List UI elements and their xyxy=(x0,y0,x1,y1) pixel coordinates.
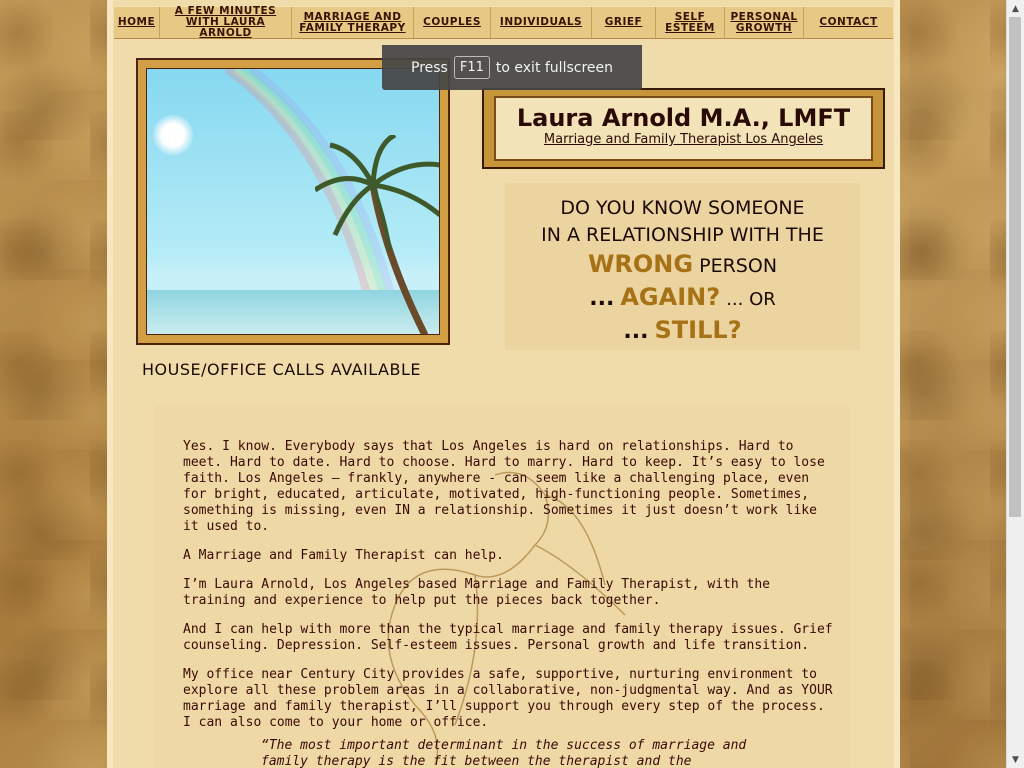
nav-self-esteem[interactable]: SELF ESTEEM xyxy=(656,7,725,38)
body-paragraph: A Marriage and Family Therapist can help… xyxy=(183,548,504,563)
nav-grief[interactable]: GRIEF xyxy=(592,7,656,38)
headline-dots-1: ... xyxy=(589,286,615,311)
headline-wrong: WRONG xyxy=(587,250,694,278)
therapist-name: Laura Arnold M.A., LMFT xyxy=(516,104,851,132)
headline-or: ... OR xyxy=(726,289,776,310)
headline-line-5: ... STILL? xyxy=(505,315,860,348)
name-plaque: Laura Arnold M.A., LMFT Marriage and Fam… xyxy=(482,88,885,169)
body-text: Yes. I know. Everybody says that Los Ang… xyxy=(183,439,838,744)
therapist-subtitle-link[interactable]: Marriage and Family Therapist Los Angele… xyxy=(496,132,871,148)
nav-contact[interactable]: CONTACT xyxy=(804,7,893,38)
headline-line-1: DO YOU KNOW SOMEONE xyxy=(560,197,805,219)
headline-again: AGAIN? xyxy=(620,283,721,311)
scroll-thumb[interactable] xyxy=(1009,17,1021,517)
toast-suffix-text: to exit fullscreen xyxy=(495,59,613,76)
page-border-left xyxy=(107,0,113,768)
body-paragraph: I’m Laura Arnold, Los Angeles based Marr… xyxy=(183,577,770,608)
nav-couples[interactable]: COUPLES xyxy=(414,7,491,38)
headline-line-2: IN A RELATIONSHIP WITH THE xyxy=(541,224,824,246)
headline-line-4: ... AGAIN? ... OR xyxy=(505,282,860,315)
headline-line-3: WRONG PERSON xyxy=(505,249,860,282)
nav-a-few-minutes[interactable]: A FEW MINUTES WITH LAURA ARNOLD xyxy=(160,6,292,39)
body-content: Yes. I know. Everybody says that Los Ang… xyxy=(155,405,850,768)
page-border-right xyxy=(894,0,900,768)
headline-person: PERSON xyxy=(699,255,778,277)
testimonial-quote: “The most important determinant in the s… xyxy=(261,738,747,768)
house-calls-caption: HOUSE/OFFICE CALLS AVAILABLE xyxy=(142,360,421,379)
scroll-down-arrow-icon[interactable]: ▼ xyxy=(1007,751,1024,768)
headline-box: DO YOU KNOW SOMEONE IN A RELATIONSHIP WI… xyxy=(505,183,860,350)
body-paragraph: And I can help with more than the typica… xyxy=(183,622,833,653)
body-paragraph: My office near Century City provides a s… xyxy=(183,667,833,730)
beach-photo xyxy=(146,68,440,335)
fullscreen-toast: Press F11 to exit fullscreen xyxy=(382,45,642,90)
headline-still: STILL? xyxy=(654,316,742,344)
name-plaque-inner: Laura Arnold M.A., LMFT Marriage and Fam… xyxy=(494,96,873,161)
vertical-scrollbar[interactable]: ▲ ▼ xyxy=(1006,0,1024,768)
nav-individuals[interactable]: INDIVIDUALS xyxy=(491,7,592,38)
page-panel: HOME A FEW MINUTES WITH LAURA ARNOLD MAR… xyxy=(107,0,900,768)
toast-press-text: Press xyxy=(411,59,448,76)
nav-marriage-family-therapy[interactable]: MARRIAGE AND FAMILY THERAPY xyxy=(292,7,414,38)
nav-home[interactable]: HOME xyxy=(114,7,160,38)
f11-key-icon: F11 xyxy=(453,56,490,79)
headline-dots-2: ... xyxy=(623,319,649,344)
body-paragraph: Yes. I know. Everybody says that Los Ang… xyxy=(183,439,825,534)
nav-personal-growth[interactable]: PERSONAL GROWTH xyxy=(725,7,804,38)
palm-tree-icon xyxy=(315,135,439,334)
beach-photo-frame xyxy=(136,58,450,345)
main-nav: HOME A FEW MINUTES WITH LAURA ARNOLD MAR… xyxy=(114,6,893,39)
scroll-up-arrow-icon[interactable]: ▲ xyxy=(1007,0,1024,17)
sun-icon xyxy=(153,115,193,155)
